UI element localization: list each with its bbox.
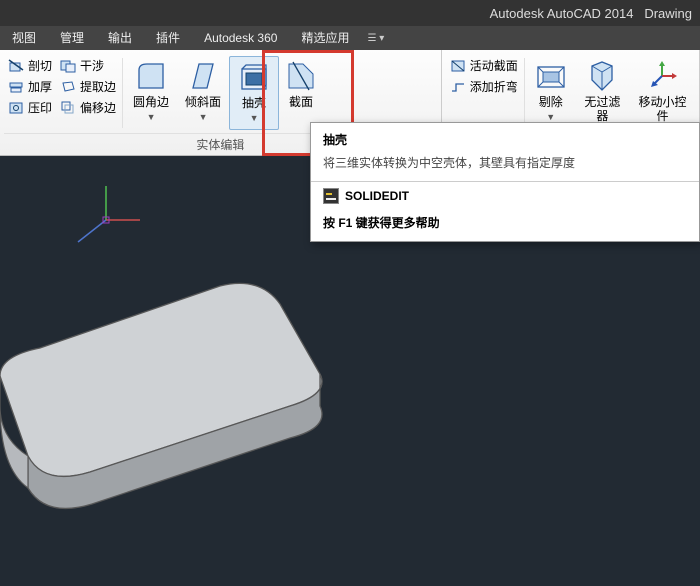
no-filter-icon <box>586 60 618 92</box>
menu-overflow-icon[interactable]: ☰ ▾ <box>367 33 384 44</box>
tool-cull[interactable]: 剔除 ▼ <box>527 56 575 130</box>
menu-manage[interactable]: 管理 <box>48 26 96 50</box>
tooltip-description: 将三维实体转换为中空壳体，其壁具有指定厚度 <box>311 150 699 181</box>
tool-shell-label: 抽壳 <box>242 96 266 110</box>
menu-output[interactable]: 输出 <box>96 26 144 50</box>
tool-extract-edges-label: 提取边 <box>80 78 116 95</box>
tool-move-gizmo[interactable]: 移动小控件▼ <box>630 56 695 130</box>
tool-section-label: 截面 <box>289 95 313 109</box>
ucs-icon <box>66 180 146 260</box>
dropdown-caret-icon: ▼ <box>546 112 555 122</box>
tooltip-command: SOLIDEDIT <box>345 189 409 203</box>
tooltip-help: 按 F1 键获得更多帮助 <box>311 210 699 241</box>
command-line-icon <box>323 188 339 204</box>
move-gizmo-icon <box>646 60 678 92</box>
app-name: Autodesk AutoCAD 2014 <box>490 6 634 21</box>
fillet-edge-icon <box>135 60 167 92</box>
tool-shell[interactable]: 抽壳 ▼ <box>229 56 279 130</box>
imprint-icon <box>8 100 24 116</box>
menu-featured-apps[interactable]: 精选应用 <box>289 26 361 50</box>
tool-imprint-label: 压印 <box>28 99 52 116</box>
tool-extract-edges[interactable]: 提取边 <box>56 77 120 96</box>
tool-fillet-edge[interactable]: 圆角边 ▼ <box>125 56 177 130</box>
offset-edges-icon <box>60 100 76 116</box>
tool-thicken-label: 加厚 <box>28 78 52 95</box>
menu-bar: 视图 管理 输出 插件 Autodesk 360 精选应用 ☰ ▾ <box>0 26 700 50</box>
tool-add-jog-label: 添加折弯 <box>470 78 518 95</box>
tool-thicken[interactable]: 加厚 <box>4 77 56 96</box>
interfere-icon <box>60 58 76 74</box>
tool-interfere[interactable]: 干涉 <box>56 56 120 75</box>
tool-interfere-label: 干涉 <box>80 57 104 74</box>
tool-live-section-label: 活动截面 <box>470 57 518 74</box>
section-icon <box>285 60 317 92</box>
dropdown-caret-icon: ▼ <box>250 113 259 123</box>
taper-face-icon <box>187 60 219 92</box>
add-jog-icon <box>450 79 466 95</box>
shell-icon <box>238 61 270 93</box>
cull-icon <box>535 60 567 92</box>
tool-slice[interactable]: 剖切 <box>4 56 56 75</box>
tool-imprint[interactable]: 压印 <box>4 98 56 117</box>
app-title-bar: Autodesk AutoCAD 2014 Drawing <box>0 0 700 26</box>
tool-taper-face-label: 倾斜面 <box>185 95 221 109</box>
tool-section[interactable]: 截面 <box>279 56 323 130</box>
tool-cull-label: 剔除 <box>539 95 563 109</box>
tooltip: 抽壳 将三维实体转换为中空壳体，其壁具有指定厚度 SOLIDEDIT 按 F1 … <box>310 122 700 242</box>
live-section-icon <box>450 58 466 74</box>
menu-view[interactable]: 视图 <box>0 26 48 50</box>
tool-no-filter[interactable]: 无过滤器▼ <box>575 56 630 130</box>
tool-live-section[interactable]: 活动截面 <box>446 56 522 75</box>
tool-offset-edges-label: 偏移边 <box>80 99 116 116</box>
slice-icon <box>8 58 24 74</box>
tool-fillet-edge-label: 圆角边 <box>133 95 169 109</box>
extract-edges-icon <box>60 79 76 95</box>
dropdown-caret-icon: ▼ <box>199 112 208 122</box>
solid-model <box>0 256 340 516</box>
tooltip-title: 抽壳 <box>311 123 699 150</box>
tool-slice-label: 剖切 <box>28 57 52 74</box>
tool-no-filter-label: 无过滤器 <box>584 95 620 123</box>
tool-offset-edges[interactable]: 偏移边 <box>56 98 120 117</box>
thicken-icon <box>8 79 24 95</box>
tool-add-jog[interactable]: 添加折弯 <box>446 77 522 96</box>
dropdown-caret-icon: ▼ <box>147 112 156 122</box>
tool-taper-face[interactable]: 倾斜面 ▼ <box>177 56 229 130</box>
menu-autodesk360[interactable]: Autodesk 360 <box>192 26 289 50</box>
menu-plugins[interactable]: 插件 <box>144 26 192 50</box>
tool-move-gizmo-label: 移动小控件 <box>638 95 686 123</box>
document-name: Drawing <box>644 6 692 21</box>
